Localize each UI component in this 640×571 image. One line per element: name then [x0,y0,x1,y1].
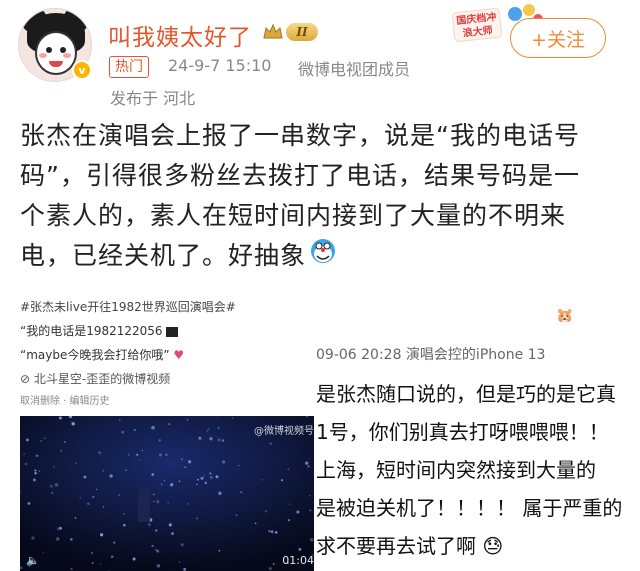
video-duration: 01:04 [282,554,314,567]
sticker-icon: 🐹 [556,308,574,324]
comment-timestamp: 09-06 20:28 演唱会控的iPhone 13 [316,347,546,363]
comment-line-2: 1号，你们别真去打呀喂喂喂！！ [316,420,609,444]
concert-video[interactable]: @微博视频号 🔈 01:04 [20,416,322,571]
embed-quote-1: “我的电话是1982122056 [20,322,179,339]
embedded-screenshot-right: 🐹 09-06 20:28 演唱会控的iPhone 13 是张杰随口说的，但是巧… [314,300,640,571]
post-source[interactable]: 微博电视团成员 [298,56,410,80]
sweat-emoji-icon: 😓 [482,534,504,558]
comment-line-1: 是张杰随口说的，但是巧的是它真 [316,382,616,406]
video-watermark: @微博视频号 [254,426,314,437]
follow-button[interactable]: +关注 [510,18,606,58]
comment-line-4: 是被迫关机了！！！！ 属于严重的 [316,496,623,520]
volume-icon[interactable]: 🔈 [26,554,40,567]
heart-icon: ♥ [173,348,185,362]
embed-video-source[interactable]: ⊘ 北斗星空-歪歪的微博视频 [20,370,170,387]
embed-actions: 取消删除 · 编辑历史 [20,396,110,407]
doge-emoji-icon [308,237,338,277]
embed-hashtag[interactable]: #张杰未live开往1982世界巡回演唱会# [20,298,236,315]
performer-silhouette [138,488,150,522]
verified-badge-icon: v [72,60,92,80]
crown-icon [262,22,284,42]
post-body: 张杰在演唱会上报了一串数字，说是“我的电话号码”，引得很多粉丝去拨打了电话，结果… [20,116,600,277]
vip-level: II [286,23,318,41]
post-text: 张杰在演唱会上报了一串数字，说是“我的电话号码”，引得很多粉丝去拨打了电话，结果… [20,121,580,270]
post-location: 发布于 河北 [110,89,196,108]
vip-badge[interactable]: II [262,20,320,44]
holiday-label: 国庆档冲浪大师 [451,7,503,43]
post-time: 24-9-7 15:10 [168,56,272,75]
redaction-block [166,326,179,337]
comment-line-5: 求不要再去试了啊 😓 [316,534,504,558]
embedded-screenshot-left: #张杰未live开往1982世界巡回演唱会# “我的电话是1982122056 … [16,294,322,571]
username[interactable]: 叫我姨太好了 [108,18,252,52]
link-icon: ⊘ [20,372,31,386]
hot-tag: 热门 [109,56,149,78]
stage-lights [20,416,322,571]
comment-line-3: 上海，短时间内突然接到大量的 [316,458,596,482]
embed-quote-2: “maybe今晚我会打给你哦” ♥ [20,348,185,362]
